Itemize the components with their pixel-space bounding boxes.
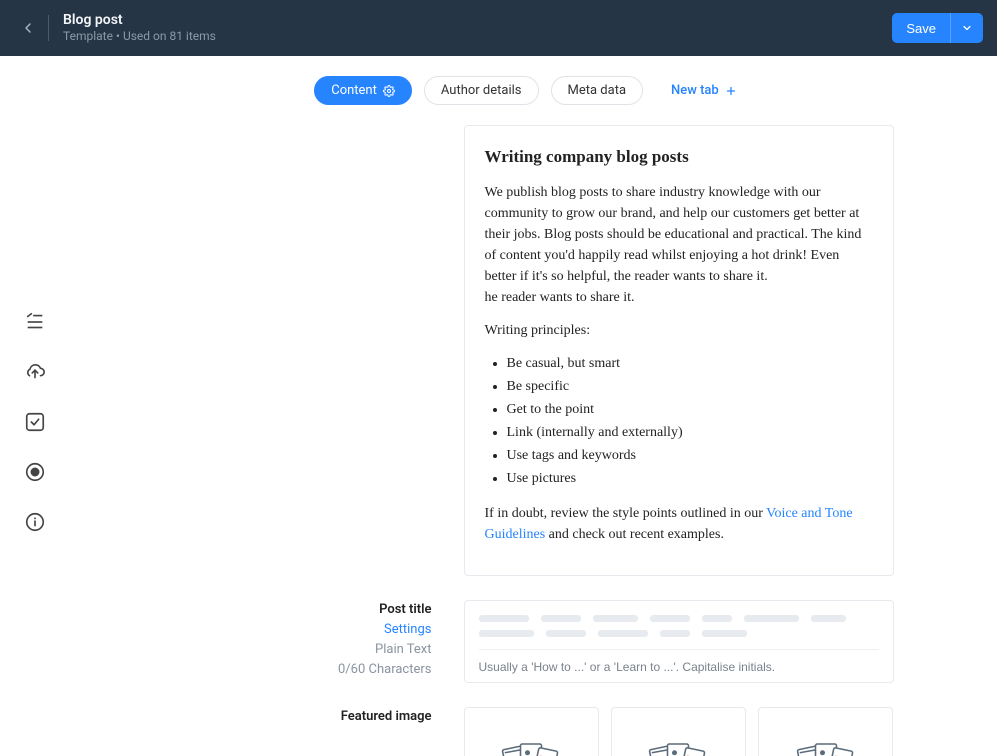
guidelines-heading: Writing company blog posts xyxy=(485,144,873,170)
upload-row xyxy=(464,707,894,756)
guidelines-para1b: he reader wants to share it. xyxy=(485,290,635,305)
guidelines-card: Writing company blog posts We publish bl… xyxy=(464,125,894,576)
save-button[interactable]: Save xyxy=(892,13,983,43)
tabs-row: Content Author details Meta data New tab xyxy=(70,76,997,105)
cloud-upload-icon xyxy=(24,361,46,383)
principle-item: Use tags and keywords xyxy=(507,445,873,466)
field-meta: Featured image xyxy=(174,707,432,756)
field-hint: Usually a 'How to ...' or a 'Learn to ..… xyxy=(479,649,879,674)
skeleton-placeholder xyxy=(479,615,879,637)
principle-item: Link (internally and externally) xyxy=(507,422,873,443)
principle-item: Use pictures xyxy=(507,468,873,489)
tab-new[interactable]: New tab xyxy=(655,77,753,104)
tab-author-label: Author details xyxy=(441,83,522,98)
rail-checkbox-button[interactable] xyxy=(19,406,51,438)
radio-icon xyxy=(24,461,46,483)
rail-info-button[interactable] xyxy=(19,506,51,538)
chevron-left-icon xyxy=(20,20,36,36)
guidelines-para1: We publish blog posts to share industry … xyxy=(485,185,862,284)
checkbox-icon xyxy=(24,411,46,433)
field-label: Post title xyxy=(174,600,432,620)
structure-icon xyxy=(24,311,46,333)
field-post-title: Post title Settings Plain Text 0/60 Char… xyxy=(174,600,894,683)
header-divider xyxy=(48,15,49,41)
tab-content[interactable]: Content xyxy=(314,76,412,105)
field-type: Plain Text xyxy=(174,640,432,660)
upload-illustration-icon xyxy=(633,737,723,756)
top-bar: Blog post Template • Used on 81 items Sa… xyxy=(0,0,997,56)
principle-item: Be specific xyxy=(507,376,873,397)
principle-item: Be casual, but smart xyxy=(507,353,873,374)
tab-meta[interactable]: Meta data xyxy=(551,76,644,105)
upload-slot[interactable] xyxy=(464,707,599,756)
upload-slot[interactable] xyxy=(611,707,746,756)
field-counter: 0/60 Characters xyxy=(174,660,432,680)
left-rail xyxy=(0,56,70,756)
plus-icon xyxy=(725,85,737,97)
tab-content-label: Content xyxy=(331,83,377,98)
page-title: Blog post xyxy=(63,12,216,30)
upload-slot[interactable] xyxy=(758,707,893,756)
chevron-down-icon xyxy=(961,22,973,34)
guidelines-principles-heading: Writing principles: xyxy=(485,320,873,341)
tab-author[interactable]: Author details xyxy=(424,76,539,105)
upload-illustration-icon xyxy=(781,737,871,756)
tab-meta-label: Meta data xyxy=(568,83,627,98)
field-label: Featured image xyxy=(174,707,432,727)
rail-upload-button[interactable] xyxy=(19,356,51,388)
main-column: Content Author details Meta data New tab… xyxy=(70,56,997,756)
post-title-input[interactable]: Usually a 'How to ...' or a 'Learn to ..… xyxy=(464,600,894,683)
upload-illustration-icon xyxy=(486,737,576,756)
gear-icon xyxy=(383,85,395,97)
save-button-label: Save xyxy=(892,21,950,36)
field-featured-image: Featured image xyxy=(174,707,894,756)
back-button[interactable] xyxy=(14,14,42,42)
rail-structure-button[interactable] xyxy=(19,306,51,338)
page-subtitle: Template • Used on 81 items xyxy=(63,29,216,44)
title-block: Blog post Template • Used on 81 items xyxy=(63,12,216,45)
info-icon xyxy=(24,511,46,533)
guidelines-closing: If in doubt, review the style points out… xyxy=(485,503,873,545)
guidelines-principles-list: Be casual, but smart Be specific Get to … xyxy=(507,353,873,489)
field-meta: Post title Settings Plain Text 0/60 Char… xyxy=(174,600,432,683)
save-dropdown-toggle[interactable] xyxy=(950,13,983,43)
field-settings-link[interactable]: Settings xyxy=(174,620,432,640)
rail-radio-button[interactable] xyxy=(19,456,51,488)
principle-item: Get to the point xyxy=(507,399,873,420)
tab-new-label: New tab xyxy=(671,83,719,98)
